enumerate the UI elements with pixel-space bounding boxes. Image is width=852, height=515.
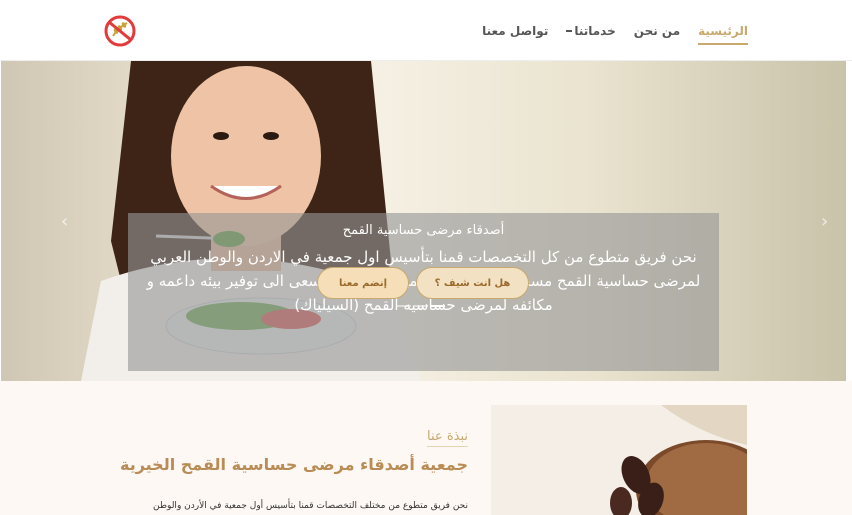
join-us-button[interactable]: إنضم معنا	[317, 267, 409, 299]
chevron-left-icon[interactable]: ‹	[61, 211, 68, 232]
nav-item-label: تواصل معنا	[482, 24, 549, 38]
nav-item-home[interactable]: الرئيسية	[698, 24, 748, 45]
slider-dots	[397, 305, 445, 307]
slider-dot-active[interactable]	[431, 305, 445, 307]
about-body: نحن فريق متطوع من مختلف التخصصات قمنا بت…	[153, 501, 468, 511]
are-you-chef-button[interactable]: هل انت شيف ؟	[416, 267, 529, 299]
nav-item-label: الرئيسية	[698, 24, 748, 38]
dropdown-icon	[566, 30, 573, 32]
nav-item-services[interactable]: خدماتنا	[566, 24, 616, 44]
no-wheat-logo-icon[interactable]	[101, 14, 139, 48]
hero-slider: ‹ › أصدقاء مرضى حساسية القمح نحن فريق مت…	[1, 61, 846, 381]
about-subtitle: نبذة عنا	[427, 429, 468, 447]
main-nav: الرئيسية من نحن خدماتنا تواصل معنا	[464, 24, 748, 45]
site-header: الرئيسية من نحن خدماتنا تواصل معنا	[0, 0, 852, 61]
nav-item-label: خدماتنا	[574, 24, 616, 38]
nav-item-contact[interactable]: تواصل معنا	[482, 24, 548, 44]
chevron-right-icon[interactable]: ›	[821, 211, 828, 232]
nav-item-about[interactable]: من نحن	[634, 24, 680, 44]
nav-item-label: من نحن	[633, 24, 681, 38]
slider-dot[interactable]	[397, 305, 411, 307]
about-photo-bread-dates	[491, 405, 747, 515]
about-title: جمعية أصدقاء مرضى حساسية القمح الخيرية	[119, 455, 468, 474]
hero-title: أصدقاء مرضى حساسية القمح	[342, 223, 505, 238]
slider-dot[interactable]	[414, 305, 428, 307]
